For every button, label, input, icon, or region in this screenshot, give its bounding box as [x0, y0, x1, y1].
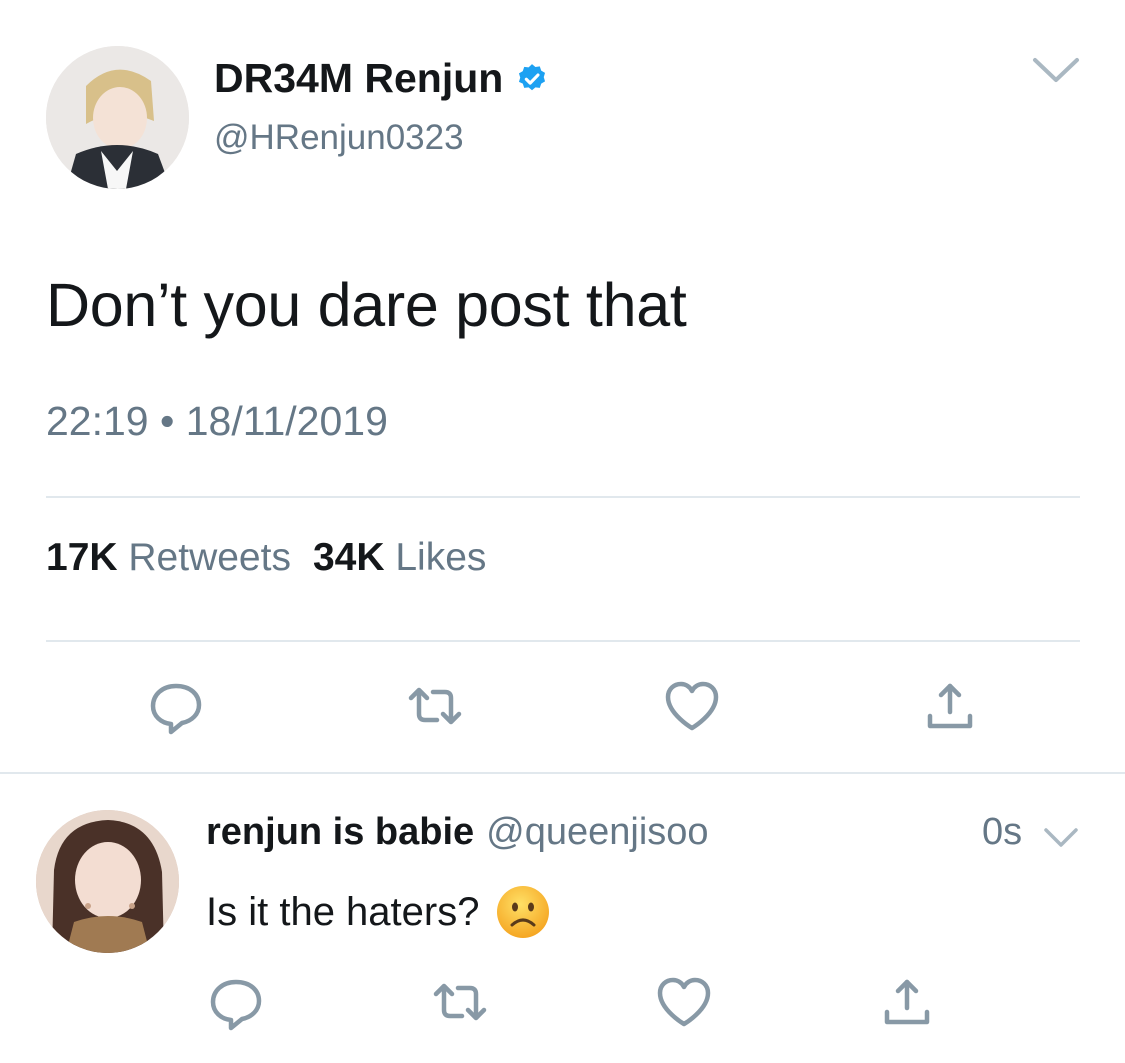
reply-header: renjun is babie @queenjisoo [206, 811, 709, 854]
retweets-label: Retweets [128, 536, 291, 579]
reply-display-name[interactable]: renjun is babie [206, 811, 474, 853]
like-icon[interactable] [654, 972, 714, 1032]
reply-text: Is it the haters? [206, 884, 551, 940]
retweet-icon[interactable] [405, 676, 465, 736]
divider [46, 640, 1080, 642]
frowning-face-emoji [497, 886, 550, 938]
share-icon[interactable] [920, 676, 980, 736]
reply-time: 0s [982, 811, 1023, 853]
reply-icon[interactable] [206, 972, 266, 1032]
divider [46, 496, 1080, 498]
reply-handle[interactable]: @queenjisoo [486, 811, 708, 853]
avatar-reply[interactable] [36, 810, 179, 953]
likes-count: 34K [312, 536, 385, 579]
reply-icon[interactable] [146, 676, 206, 736]
display-name-text[interactable]: DR34M Renjun [214, 55, 503, 102]
verified-badge-icon [519, 63, 546, 90]
handle[interactable]: @HRenjun0323 [214, 118, 464, 158]
like-icon[interactable] [662, 676, 722, 736]
engagement-stats: 17K Retweets 34K Likes [46, 536, 486, 580]
retweet-icon[interactable] [430, 972, 490, 1032]
likes-label: Likes [395, 536, 487, 579]
likes-stat[interactable]: 34K Likes [313, 536, 486, 579]
tweet-text: Don’t you dare post that [46, 271, 687, 339]
chevron-down-icon[interactable] [1030, 52, 1082, 88]
timestamp[interactable]: 22:19 • 18/11/2019 [46, 398, 388, 445]
tweet-separator [0, 772, 1125, 774]
chevron-down-icon[interactable] [1042, 824, 1080, 852]
avatar-main[interactable] [46, 46, 189, 189]
retweets-count: 17K [46, 536, 118, 579]
share-icon[interactable] [877, 972, 937, 1032]
display-name[interactable]: DR34M Renjun [214, 55, 549, 102]
retweets-stat[interactable]: 17K Retweets [46, 536, 291, 579]
reply-text-content: Is it the haters? [206, 889, 480, 934]
